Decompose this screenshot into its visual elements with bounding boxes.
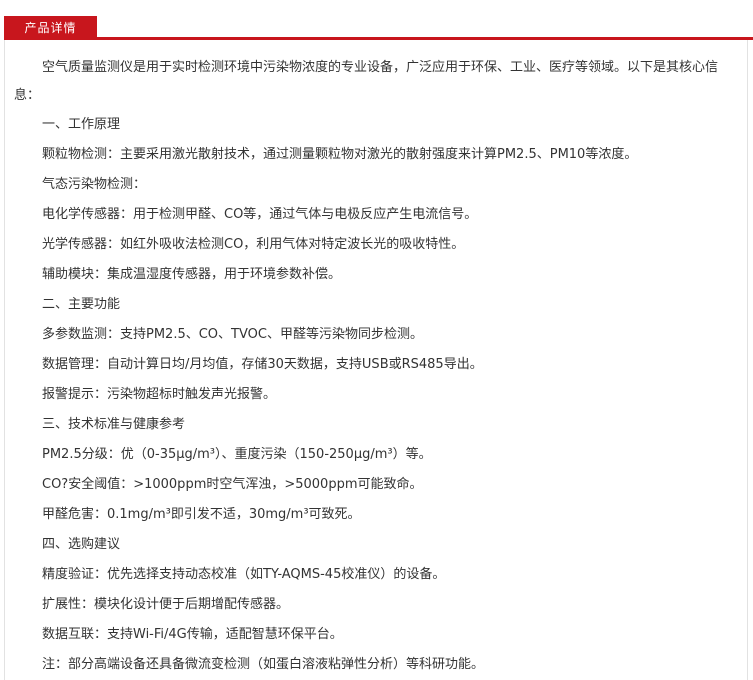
section-heading-working-principle: 一、工作原理 [42,117,121,132]
section-heading-standards: 三、技术标准与健康参考 [42,417,186,432]
paragraph-electrochemical-sensor: 电化学传感器：用于检测甲醛、CO等，通过气体与电极反应产生电流信号。 [42,207,478,222]
paragraph-data-management: 数据管理：自动计算日均/月均值，存储30天数据，支持USB或RS485导出。 [42,357,483,372]
paragraph-particle-detection: 颗粒物检测：主要采用激光散射技术，通过测量颗粒物对激光的散射强度来计算PM2.5… [42,147,638,162]
tab-product-details[interactable]: 产品详情 [4,16,97,40]
paragraph-note: 注：部分高端设备还具备微流变检测（如蛋白溶液粘弹性分析）等科研功能。 [42,657,485,672]
paragraph-accuracy: 精度验证：优先选择支持动态校准（如TY-AQMS-45校准仪）的设备。 [42,567,446,582]
tab-bar: 产品详情 [4,16,753,40]
paragraph-data-interconnect: 数据互联：支持Wi-Fi/4G传输，适配智慧环保平台。 [42,627,343,642]
paragraph-co-threshold: CO?安全阈值：>1000ppm时空气浑浊，>5000ppm可能致命。 [42,477,423,492]
paragraph-formaldehyde: 甲醛危害：0.1mg/m³即引发不适，30mg/m³可致死。 [42,507,361,522]
section-heading-main-functions: 二、主要功能 [42,297,121,312]
paragraph-gas-detection: 气态污染物检测： [42,177,147,192]
panel-border-right [747,40,748,680]
product-description: 空气质量监测仪是用于实时检测环境中污染物浓度的专业设备，广泛应用于环保、工业、医… [14,54,736,680]
paragraph-extensibility: 扩展性：模块化设计便于后期增配传感器。 [42,597,290,612]
paragraph-optical-sensor: 光学传感器：如红外吸收法检测CO，利用气体对特定波长光的吸收特性。 [42,237,465,252]
paragraph-multi-parameter: 多参数监测：支持PM2.5、CO、TVOC、甲醛等污染物同步检测。 [42,327,423,342]
paragraph-auxiliary-module: 辅助模块：集成温湿度传感器，用于环境参数补偿。 [42,267,342,282]
section-heading-buying-advice: 四、选购建议 [42,537,121,552]
intro-paragraph: 空气质量监测仪是用于实时检测环境中污染物浓度的专业设备，广泛应用于环保、工业、医… [14,60,719,103]
panel-border-left [4,40,5,680]
paragraph-alarm: 报警提示：污染物超标时触发声光报警。 [42,387,277,402]
paragraph-pm25-grading: PM2.5分级：优（0-35μg/m³）、重度污染（150-250μg/m³）等… [42,447,432,462]
